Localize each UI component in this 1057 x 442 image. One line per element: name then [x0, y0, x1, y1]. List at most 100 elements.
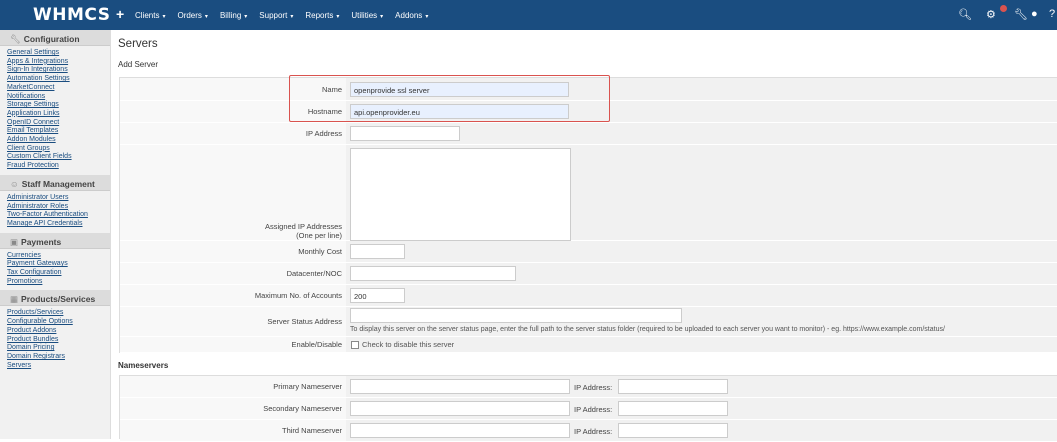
sidebar-link[interactable]: OpenID Connect	[7, 119, 110, 128]
nav-clients[interactable]: Clients ▾	[135, 11, 165, 20]
nav-support[interactable]: Support ▾	[259, 11, 293, 20]
primary-ns-input[interactable]	[350, 379, 570, 394]
sidebar-section-payments: ▣ Payments	[0, 232, 110, 249]
status-address-input[interactable]	[350, 308, 682, 323]
assigned-ip-label: Assigned IP Addresses (One per line)	[120, 145, 346, 240]
max-accounts-label: Maximum No. of Accounts	[120, 285, 346, 306]
nav-reports[interactable]: Reports ▾	[305, 11, 339, 20]
datacenter-input[interactable]	[350, 266, 516, 281]
users-icon: ☺	[10, 178, 19, 189]
sidebar-link[interactable]: Promotions	[7, 278, 110, 287]
nav-addons[interactable]: Addons ▾	[395, 11, 428, 20]
sidebar-link[interactable]: Manage API Credentials	[7, 220, 110, 229]
sidebar-section-products: ▦ Products/Services	[0, 290, 110, 307]
monthly-cost-label: Monthly Cost	[120, 241, 346, 262]
sidebar-link[interactable]: Administrator Roles	[7, 203, 110, 212]
sidebar-link[interactable]: MarketConnect	[7, 84, 110, 93]
assigned-ip-row: Assigned IP Addresses (One per line)	[120, 145, 1057, 241]
datacenter-label: Datacenter/NOC	[120, 263, 346, 284]
secondary-ns-input[interactable]	[350, 401, 570, 416]
ns-ip-label: IP Address:	[574, 383, 613, 392]
nameserver-row: Primary Nameserver IP Address:	[120, 376, 1057, 398]
sidebar-section-configuration: 🔧︎ Configuration	[0, 30, 110, 46]
sidebar-link[interactable]: Application Links	[7, 110, 110, 119]
sidebar-link[interactable]: Fraud Protection	[7, 162, 110, 171]
monthly-cost-input[interactable]	[350, 244, 405, 259]
nav-orders[interactable]: Orders ▾	[177, 11, 207, 20]
staff-links: Administrator Users Administrator Roles …	[0, 191, 110, 233]
secondary-ns-ip-input[interactable]	[618, 401, 728, 416]
third-ns-ip-input[interactable]	[618, 423, 728, 438]
sidebar-link[interactable]: Administrator Users	[7, 194, 110, 203]
sidebar-link[interactable]: Sign-In Integrations	[7, 66, 110, 75]
assigned-ip-textarea[interactable]	[350, 148, 571, 241]
products-links: Products/Services Configurable Options P…	[0, 306, 110, 374]
sidebar: 🔧︎ Configuration General Settings Apps & …	[0, 30, 111, 439]
nameserver-row: Secondary Nameserver IP Address:	[120, 398, 1057, 420]
sidebar-link[interactable]: Tax Configuration	[7, 269, 110, 278]
enable-label: Enable/Disable	[120, 337, 346, 352]
status-address-help: To display this server on the server sta…	[350, 326, 945, 333]
help-icon[interactable]: ?	[1049, 8, 1055, 20]
nav-utilities[interactable]: Utilities ▾	[351, 11, 383, 20]
disable-checkbox[interactable]	[351, 341, 359, 349]
datacenter-row: Datacenter/NOC	[120, 263, 1057, 285]
ns-ip-label: IP Address:	[574, 405, 613, 414]
wrench-icon: 🔧︎	[10, 34, 21, 44]
assigned-ip-label-line: Assigned IP Addresses	[265, 222, 342, 231]
payments-icon: ▣	[10, 236, 19, 247]
sidebar-link[interactable]: Servers	[7, 362, 110, 371]
sidebar-link[interactable]: Client Groups	[7, 145, 110, 154]
ip-row: IP Address	[120, 123, 1057, 145]
sidebar-link[interactable]: Addon Modules	[7, 136, 110, 145]
sidebar-link[interactable]: Custom Client Fields	[7, 153, 110, 162]
highlight-annotation-box	[289, 75, 610, 122]
notifications-icon[interactable]: ⚙︎	[986, 8, 996, 21]
nameserver-label: Primary Nameserver	[120, 376, 346, 397]
sidebar-link[interactable]: Product Bundles	[7, 336, 110, 345]
add-new-icon[interactable]: +	[116, 6, 124, 22]
whmcs-logo[interactable]: WHMCS	[33, 5, 110, 25]
sidebar-link[interactable]: Currencies	[7, 252, 110, 261]
wrench-icon[interactable]: 🔧︎	[1014, 8, 1028, 21]
configuration-links: General Settings Apps & Integrations Sig…	[0, 46, 110, 175]
sidebar-link[interactable]: General Settings	[7, 49, 110, 58]
page-subtitle: Add Server	[118, 60, 159, 69]
search-icon[interactable]: 🔍︎	[958, 8, 972, 21]
status-address-row: Server Status Address To display this se…	[120, 307, 1057, 337]
primary-ns-ip-input[interactable]	[618, 379, 728, 394]
sidebar-link[interactable]: Automation Settings	[7, 75, 110, 84]
sidebar-section-staff: ☺ Staff Management	[0, 174, 110, 191]
disable-checkbox-label[interactable]: Check to disable this server	[362, 340, 454, 349]
main-nav: Clients ▾ Orders ▾ Billing ▾ Support ▾ Repor…	[135, 0, 440, 30]
status-address-label: Server Status Address	[120, 307, 346, 336]
third-ns-input[interactable]	[350, 423, 570, 438]
sidebar-link[interactable]: Storage Settings	[7, 101, 110, 110]
box-icon: ▦	[10, 294, 19, 305]
sidebar-link[interactable]: Products/Services	[7, 309, 110, 318]
assigned-ip-label-hint: (One per line)	[296, 231, 342, 240]
sidebar-link[interactable]: Domain Pricing	[7, 344, 110, 353]
nameserver-label: Third Nameserver	[120, 420, 346, 441]
nameserver-label: Secondary Nameserver	[120, 398, 346, 419]
sidebar-link[interactable]: Two-Factor Authentication	[7, 211, 110, 220]
nav-billing[interactable]: Billing ▾	[220, 11, 247, 20]
sidebar-link[interactable]: Configurable Options	[7, 318, 110, 327]
sidebar-link[interactable]: Email Templates	[7, 127, 110, 136]
ns-ip-label: IP Address:	[574, 427, 613, 436]
sidebar-link[interactable]: Notifications	[7, 93, 110, 102]
alert-badge	[1000, 5, 1007, 12]
max-accounts-row: Maximum No. of Accounts 200	[120, 285, 1057, 307]
account-icon[interactable]: ●	[1031, 8, 1038, 20]
max-accounts-input[interactable]: 200	[350, 288, 405, 303]
page-title: Servers	[118, 38, 158, 50]
sidebar-link[interactable]: Apps & Integrations	[7, 58, 110, 67]
sidebar-link[interactable]: Payment Gateways	[7, 260, 110, 269]
payments-links: Currencies Payment Gateways Tax Configur…	[0, 249, 110, 291]
sidebar-link[interactable]: Product Addons	[7, 327, 110, 336]
nameservers-heading: Nameservers	[118, 361, 169, 370]
nameservers-form: Primary Nameserver IP Address: Secondary…	[119, 375, 1057, 442]
ip-input[interactable]	[350, 126, 460, 141]
sidebar-link[interactable]: Domain Registrars	[7, 353, 110, 362]
enable-row: Enable/Disable Check to disable this ser…	[120, 337, 1057, 353]
